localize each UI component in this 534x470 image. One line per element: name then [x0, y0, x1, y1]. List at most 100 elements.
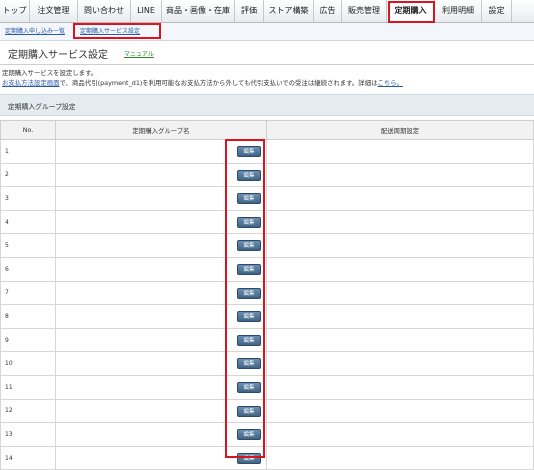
table-row: 12 編集	[0, 398, 534, 424]
table-row: 14 編集	[0, 445, 534, 470]
edit-button[interactable]: 編集	[237, 429, 261, 441]
edit-button[interactable]: 編集	[237, 263, 261, 275]
group-name-cell: 編集	[55, 162, 267, 188]
delivery-cycle-cell	[266, 327, 534, 353]
top-nav: トップ 注文管理 問い合わせ LINE 商品・画像・在庫 評価 ストア構築 広告…	[0, 0, 534, 23]
delivery-cycle-cell	[266, 398, 534, 424]
delivery-cycle-cell	[266, 374, 534, 400]
edit-button[interactable]: 編集	[237, 216, 261, 228]
group-name-cell: 編集	[55, 304, 267, 329]
tab-top[interactable]: トップ	[0, 0, 30, 22]
delivery-cycle-cell	[266, 445, 534, 470]
row-number: 10	[0, 351, 56, 376]
table-row: 13 編集	[0, 422, 534, 447]
header-delivery-cycle: 配送周期設定	[266, 120, 534, 140]
delivery-cycle-cell	[266, 209, 534, 235]
group-name-cell: 編集	[55, 422, 267, 447]
delivery-cycle-cell	[266, 162, 534, 188]
edit-button[interactable]: 編集	[237, 311, 261, 323]
payment-settings-link[interactable]: お支払方法設定画面	[2, 79, 60, 87]
row-number: 1	[0, 139, 56, 164]
row-number: 3	[0, 186, 56, 211]
description-line1: 定期購入サービスを設定します。	[2, 69, 98, 77]
tab-products[interactable]: 商品・画像・在庫	[162, 0, 235, 22]
edit-button[interactable]: 編集	[237, 381, 261, 393]
header-no: No.	[0, 120, 56, 140]
tab-inquiries[interactable]: 問い合わせ	[78, 0, 131, 22]
table-row: 7 編集	[0, 280, 534, 306]
manual-link[interactable]: マニュアル	[124, 49, 154, 58]
group-name-cell: 編集	[55, 209, 267, 235]
table-row: 9 編集	[0, 327, 534, 353]
row-number: 4	[0, 209, 56, 235]
delivery-cycle-cell	[266, 280, 534, 306]
group-name-cell: 編集	[55, 351, 267, 376]
header-group-name: 定期購入グループ名	[55, 120, 267, 140]
row-number: 14	[0, 445, 56, 470]
tab-line[interactable]: LINE	[131, 0, 162, 22]
edit-button[interactable]: 編集	[237, 405, 261, 417]
group-name-cell: 編集	[55, 186, 267, 211]
delivery-cycle-cell	[266, 351, 534, 376]
tab-subscription[interactable]: 定期購入	[387, 0, 435, 22]
description-line2: お支払方法設定画面で、商品代引(payment_d1)を利用可能なお支払方法から…	[2, 78, 403, 87]
edit-button[interactable]: 編集	[237, 334, 261, 346]
row-number: 6	[0, 256, 56, 282]
tab-ads[interactable]: 広告	[314, 0, 342, 22]
description-text: で、商品代引(payment_d1)を利用可能なお支払方法から外しても代引支払い…	[59, 79, 378, 87]
edit-button[interactable]: 編集	[237, 193, 261, 205]
delivery-cycle-cell	[266, 233, 534, 258]
tab-orders[interactable]: 注文管理	[30, 0, 78, 22]
group-name-cell: 編集	[55, 327, 267, 353]
subscription-group-table: No. 定期購入グループ名 配送周期設定 1 編集 2 編集 3 編集 4 編集 5 編集 6 編集 7…	[0, 120, 534, 470]
row-number: 5	[0, 233, 56, 258]
table-row: 8 編集	[0, 304, 534, 329]
row-number: 13	[0, 422, 56, 447]
tab-sales[interactable]: 販売管理	[342, 0, 387, 22]
table-header-row: No. 定期購入グループ名 配送周期設定	[0, 120, 534, 140]
edit-button[interactable]: 編集	[237, 240, 261, 252]
row-number: 9	[0, 327, 56, 353]
table-row: 2 編集	[0, 162, 534, 188]
delivery-cycle-cell	[266, 422, 534, 447]
page-title: 定期購入サービス設定	[8, 50, 108, 61]
row-number: 7	[0, 280, 56, 306]
delivery-cycle-cell	[266, 186, 534, 211]
delivery-cycle-cell	[266, 256, 534, 282]
edit-button[interactable]: 編集	[237, 287, 261, 299]
tab-settings[interactable]: 設定	[482, 0, 512, 22]
delivery-cycle-cell	[266, 139, 534, 164]
table-row: 5 編集	[0, 233, 534, 258]
group-name-cell: 編集	[55, 256, 267, 282]
table-row: 6 編集	[0, 256, 534, 282]
edit-button[interactable]: 編集	[237, 358, 261, 370]
table-body: 1 編集 2 編集 3 編集 4 編集 5 編集 6 編集 7 編集 8 編集 9 編集 10 編集 11 編集 12 編集 1…	[0, 139, 534, 470]
table-row: 3 編集	[0, 186, 534, 211]
table-row: 1 編集	[0, 139, 534, 164]
edit-button[interactable]: 編集	[237, 146, 261, 157]
group-name-cell: 編集	[55, 280, 267, 306]
sub-nav: 定期購入申し込み一覧 定期購入サービス設定	[0, 23, 534, 41]
table-row: 10 編集	[0, 351, 534, 376]
group-name-cell: 編集	[55, 445, 267, 470]
subnav-subscription-settings[interactable]: 定期購入サービス設定	[80, 26, 140, 35]
subnav-subscription-list[interactable]: 定期購入申し込み一覧	[5, 26, 65, 35]
row-number: 8	[0, 304, 56, 329]
row-number: 11	[0, 374, 56, 400]
group-name-cell: 編集	[55, 398, 267, 424]
title-divider	[0, 64, 534, 65]
group-name-cell: 編集	[55, 233, 267, 258]
tab-reviews[interactable]: 評価	[235, 0, 264, 22]
delivery-cycle-cell	[266, 304, 534, 329]
edit-button[interactable]: 編集	[237, 452, 261, 464]
details-link[interactable]: こちら。	[377, 79, 403, 87]
section-title: 定期購入グループ設定	[8, 103, 76, 111]
edit-button[interactable]: 編集	[237, 169, 261, 181]
row-number: 12	[0, 398, 56, 424]
tab-billing[interactable]: 利用明細	[435, 0, 482, 22]
table-row: 11 編集	[0, 374, 534, 400]
group-name-cell: 編集	[55, 139, 267, 164]
section-header: 定期購入グループ設定	[0, 94, 534, 116]
row-number: 2	[0, 162, 56, 188]
tab-store-build[interactable]: ストア構築	[264, 0, 314, 22]
